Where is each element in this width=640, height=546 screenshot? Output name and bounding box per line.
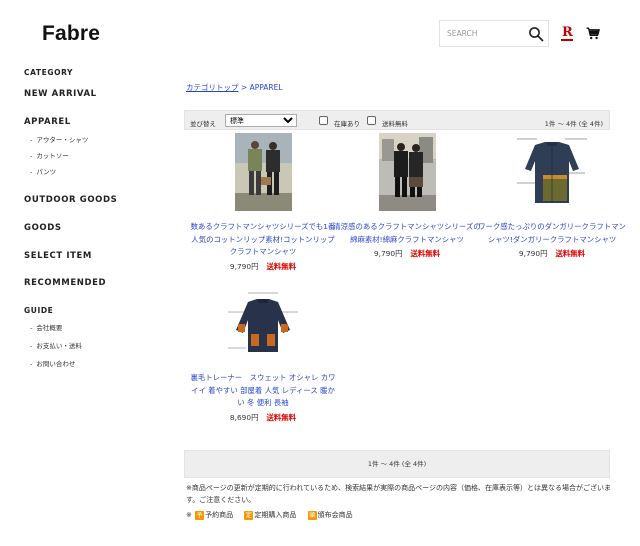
cart-icon[interactable] [586,27,600,40]
free-shipping-badge: 送料無料 [266,412,297,422]
free-shipping-badge: 送料無料 [555,249,586,258]
sidebar-item-select-item[interactable]: SELECT ITEM [24,251,92,261]
product-title[interactable]: 数あるクラフトマンシャツシリーズでも1番人気のコットンリップ素材!コットンリップ… [188,221,338,259]
legend-label-reserve: 予約商品 [205,511,234,519]
product-image-dungaree-shirt[interactable] [513,133,591,211]
notice-text: ※商品ページの更新が定期的に行われているため、検索結果が実際の商品ページの内容（… [186,484,612,504]
product-card[interactable]: 清涼感のあるクラフトマンシャツシリーズの綿麻素材!綿麻クラフトマンシャツ 9,7… [332,133,482,259]
distribution-badge-icon: 頒 [307,511,317,520]
product-title[interactable]: ワーク感たっぷりのダンガリークラフトマンシャツ!ダンガリークラフトマンシャツ [477,221,627,246]
product-title[interactable]: 清涼感のあるクラフトマンシャツシリーズの綿麻素材!綿麻クラフトマンシャツ [332,221,482,246]
sort-toolbar: 並び替え 標準 在庫あり 送料無料 1件 〜 4件 (全 4件) [184,110,610,130]
product-price: 9,790円 [373,249,403,258]
product-price-row: 8,690円 送料無料 [188,412,338,423]
rakuten-underline [561,39,573,41]
legend-label-distribution: 頒布会商品 [317,511,353,519]
in-stock-checkbox[interactable] [319,116,328,125]
breadcrumb: カテゴリトップ > APPAREL [186,82,283,93]
guide-heading: GUIDE [24,306,54,315]
site-logo[interactable]: Fabre [42,22,100,46]
sidebar-subitem-cutsew[interactable]: カットソー [30,150,69,160]
sidebar-guide-contact[interactable]: お問い合わせ [30,358,75,368]
product-image-sweat-trainer[interactable] [224,290,302,362]
product-price: 8,690円 [229,412,259,422]
sidebar-item-new-arrival[interactable]: NEW ARRIVAL [24,89,97,99]
sort-label: 並び替え [190,120,216,128]
pagination-bar: 1件 〜 4件 (全 4件) [184,450,610,478]
sidebar-subitem-pants[interactable]: パンツ [30,166,56,176]
result-count: 1件 〜 4件 (全 4件) [544,120,603,128]
sort-select[interactable]: 標準 [225,114,297,127]
pagination-count: 1件 〜 4件 (全 4件) [367,460,427,468]
legend-label-subscription: 定期購入商品 [254,511,297,519]
product-price: 9,790円 [518,249,548,258]
product-image-cotton-rip-shirt[interactable] [234,133,292,211]
free-shipping-badge: 送料無料 [410,249,441,258]
subscription-badge-icon: 定 [244,511,254,520]
free-shipping-label: 送料無料 [382,120,408,128]
search-box [439,20,549,47]
free-shipping-badge: 送料無料 [266,261,297,271]
product-price-row: 9,790円 送料無料 [477,248,627,259]
breadcrumb-current[interactable]: APPAREL [250,83,283,92]
breadcrumb-separator: > [240,83,248,92]
search-input[interactable] [440,21,522,46]
rakuten-icon[interactable]: R [562,26,573,39]
breadcrumb-parent[interactable]: カテゴリトップ [186,83,239,92]
product-card[interactable]: 数あるクラフトマンシャツシリーズでも1番人気のコットンリップ素材!コットンリップ… [188,133,338,272]
product-price: 9,790円 [229,261,259,271]
sidebar-item-goods[interactable]: GOODS [24,223,62,233]
reserve-badge-icon: 予 [195,511,205,520]
category-heading: CATEGORY [24,68,74,77]
search-icon[interactable] [528,26,544,42]
sidebar-guide-payment[interactable]: お支払い・送料 [30,340,82,350]
legend: ※ 予予約商品 定定期購入商品 頒頒布会商品 [186,510,353,520]
sidebar-item-apparel[interactable]: APPAREL [24,117,71,127]
sidebar-guide-company[interactable]: 会社概要 [30,322,62,332]
product-image-linen-shirt[interactable] [378,133,436,211]
in-stock-label: 在庫あり [334,120,360,128]
legend-prefix: ※ [186,511,192,519]
product-card[interactable]: 裏毛トレーナー スウェット オシャレ カワイイ 着やすい 部屋着 人気 レディー… [188,290,338,423]
product-card[interactable]: ワーク感たっぷりのダンガリークラフトマンシャツ!ダンガリークラフトマンシャツ 9… [477,133,627,259]
sidebar-item-recommended[interactable]: RECOMMENDED [24,278,106,288]
product-price-row: 9,790円 送料無料 [188,261,338,272]
product-price-row: 9,790円 送料無料 [332,248,482,259]
product-title[interactable]: 裏毛トレーナー スウェット オシャレ カワイイ 着やすい 部屋着 人気 レディー… [188,372,338,410]
sidebar-subitem-outer-shirts[interactable]: アウター・シャツ [30,134,88,144]
sidebar-item-outdoor-goods[interactable]: OUTDOOR GOODS [24,195,117,205]
free-shipping-checkbox[interactable] [367,116,376,125]
